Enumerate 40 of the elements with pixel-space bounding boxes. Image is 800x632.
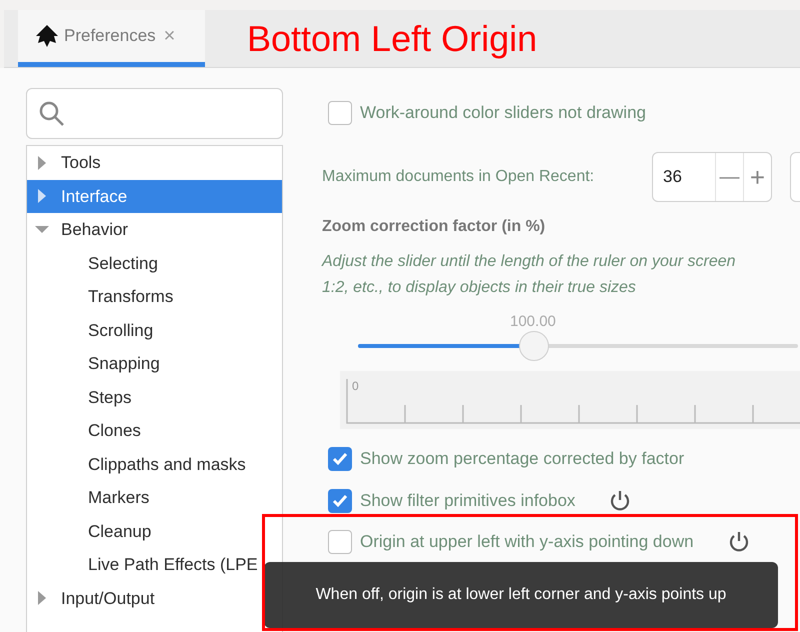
plus-button[interactable]: + bbox=[743, 153, 771, 201]
tree-item[interactable]: Markers bbox=[27, 481, 282, 514]
mountain-icon bbox=[34, 23, 60, 49]
minus-button[interactable]: — bbox=[715, 153, 743, 201]
tree-item[interactable]: Snapping bbox=[27, 347, 282, 380]
number-spinner[interactable]: 36 — + bbox=[652, 152, 772, 202]
annotation-title: Bottom Left Origin bbox=[247, 20, 538, 56]
slider-value: 100.00 bbox=[510, 312, 556, 332]
option-label: Work-around color sliders not drawing bbox=[360, 102, 646, 124]
search-icon bbox=[39, 100, 65, 126]
tree-item[interactable]: Clippaths and masks bbox=[27, 448, 282, 481]
preferences-tab[interactable]: Preferences × bbox=[18, 10, 205, 67]
checkmark-icon bbox=[332, 494, 348, 508]
checkmark-icon bbox=[332, 452, 348, 466]
tree-item[interactable]: Scrolling bbox=[27, 314, 282, 347]
option-label: Show zoom percentage corrected by factor bbox=[360, 448, 684, 470]
checkbox[interactable] bbox=[328, 488, 352, 512]
tree-item[interactable]: Behavior bbox=[27, 213, 282, 246]
tooltip: When off, origin is at lower left corner and y-axis points up bbox=[264, 562, 778, 628]
field-label: Maximum documents in Open Recent: bbox=[322, 167, 596, 187]
checkbox[interactable] bbox=[328, 530, 352, 554]
ruler-label: 0 bbox=[352, 378, 359, 395]
section-heading: Zoom correction factor (in %) bbox=[322, 217, 546, 237]
option-label: Show filter primitives infobox bbox=[360, 490, 576, 512]
tree-item[interactable]: Clones bbox=[27, 414, 282, 448]
tree-item[interactable]: Tools bbox=[27, 146, 282, 180]
tab-label: Preferences bbox=[64, 25, 156, 48]
checkbox[interactable] bbox=[328, 447, 352, 471]
tree-item[interactable]: Steps bbox=[27, 380, 282, 414]
tree-item[interactable]: Interface bbox=[27, 180, 282, 213]
slider-thumb[interactable] bbox=[519, 331, 549, 361]
description-text: Adjust the slider until the length of the ruler on your screen 1:2, etc., to display objects in their true sizes bbox=[322, 252, 737, 298]
search-field[interactable] bbox=[26, 88, 283, 139]
tree-item[interactable]: Selecting bbox=[27, 246, 282, 280]
tree-item[interactable]: Cleanup bbox=[27, 514, 282, 548]
power-icon[interactable] bbox=[728, 531, 750, 553]
power-icon[interactable] bbox=[609, 490, 632, 512]
checkbox[interactable] bbox=[328, 101, 352, 125]
option-label: Origin at upper left with y-axis pointing down bbox=[360, 531, 694, 554]
tree-item[interactable]: Transforms bbox=[27, 280, 282, 314]
